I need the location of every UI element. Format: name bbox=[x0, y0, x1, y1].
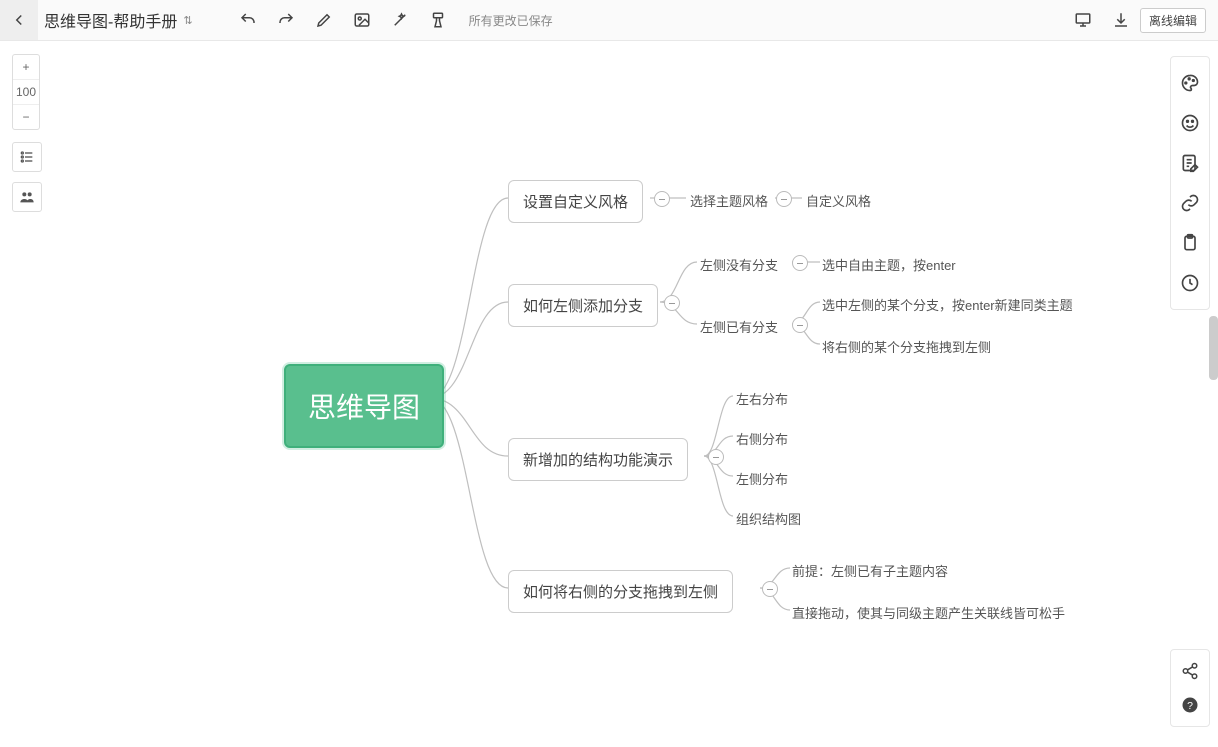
outline-view-button[interactable] bbox=[12, 142, 42, 172]
node-branch-1[interactable]: 如何左侧添加分支 bbox=[508, 284, 658, 327]
connector-lines bbox=[0, 40, 1218, 747]
link-button[interactable] bbox=[1175, 183, 1205, 223]
image-button[interactable] bbox=[343, 0, 381, 40]
format-painter-button[interactable] bbox=[419, 0, 457, 40]
expand-toggle[interactable] bbox=[792, 255, 808, 271]
node-label: 左侧已有分支 bbox=[700, 320, 778, 335]
node-leaf[interactable]: 将右侧的某个分支拖拽到左侧 bbox=[822, 337, 991, 356]
present-button[interactable] bbox=[1064, 0, 1102, 40]
download-button[interactable] bbox=[1102, 0, 1140, 40]
node-leaf[interactable]: 选中自由主题，按enter bbox=[822, 255, 956, 274]
edit-tool-button[interactable] bbox=[305, 0, 343, 40]
notes-button[interactable] bbox=[1175, 143, 1205, 183]
node-branch-2[interactable]: 新增加的结构功能演示 bbox=[508, 438, 688, 481]
node-label: 左侧没有分支 bbox=[700, 258, 778, 273]
magic-button[interactable] bbox=[381, 0, 419, 40]
node-leaf[interactable]: 左右分布 bbox=[736, 389, 788, 408]
undo-button[interactable] bbox=[229, 0, 267, 40]
share-button[interactable] bbox=[1175, 654, 1205, 688]
node-label: 如何左侧添加分支 bbox=[523, 298, 643, 315]
zoom-in-button[interactable]: + bbox=[13, 55, 39, 79]
expand-toggle[interactable] bbox=[792, 317, 808, 333]
node-label: 设置自定义风格 bbox=[523, 194, 628, 211]
node-label: 左侧分布 bbox=[736, 472, 788, 487]
node-label: 自定义风格 bbox=[806, 194, 871, 209]
collaborators-button[interactable] bbox=[12, 182, 42, 212]
node-leaf[interactable]: 前提：左侧已有子主题内容 bbox=[792, 561, 948, 580]
node-root[interactable]: 思维导图 bbox=[284, 364, 444, 448]
node-leaf[interactable]: 右侧分布 bbox=[736, 429, 788, 448]
document-title[interactable]: 思维导图-帮助手册 ⇅ bbox=[38, 8, 199, 32]
mindmap-canvas[interactable]: 思维导图 设置自定义风格 如何左侧添加分支 新增加的结构功能演示 如何将右侧的分… bbox=[0, 40, 1218, 747]
node-branch-0[interactable]: 设置自定义风格 bbox=[508, 180, 643, 223]
expand-toggle[interactable] bbox=[654, 191, 670, 207]
node-label: 组织结构图 bbox=[736, 512, 801, 527]
node-leaf[interactable]: 选择主题风格 bbox=[690, 191, 768, 210]
help-button[interactable]: ? bbox=[1175, 688, 1205, 722]
node-label: 前提：左侧已有子主题内容 bbox=[792, 564, 948, 579]
vertical-scrollbar-thumb[interactable] bbox=[1209, 316, 1218, 380]
node-leaf[interactable]: 组织结构图 bbox=[736, 509, 801, 528]
bottom-panel: ? bbox=[1170, 649, 1210, 727]
history-button[interactable] bbox=[1175, 263, 1205, 303]
left-tools: + 100 − bbox=[12, 54, 40, 222]
node-branch-3[interactable]: 如何将右侧的分支拖拽到左侧 bbox=[508, 570, 733, 613]
zoom-control: + 100 − bbox=[12, 54, 40, 130]
offline-edit-button[interactable]: 离线编辑 bbox=[1140, 8, 1206, 33]
redo-button[interactable] bbox=[267, 0, 305, 40]
right-panel bbox=[1170, 56, 1210, 310]
expand-toggle[interactable] bbox=[708, 449, 724, 465]
node-label: 直接拖动，使其与同级主题产生关联线皆可松手 bbox=[792, 606, 1065, 621]
back-button[interactable] bbox=[0, 0, 38, 40]
svg-text:?: ? bbox=[1187, 700, 1193, 712]
top-toolbar: 思维导图-帮助手册 ⇅ 所有更改已保存 离线编辑 bbox=[0, 0, 1218, 41]
title-text: 思维导图-帮助手册 bbox=[44, 8, 177, 32]
node-leaf[interactable]: 左侧没有分支 bbox=[700, 255, 778, 274]
node-label: 选中左侧的某个分支，按enter新建同类主题 bbox=[822, 298, 1073, 313]
expand-toggle[interactable] bbox=[762, 581, 778, 597]
node-label: 选中自由主题，按enter bbox=[822, 258, 956, 273]
title-dropdown-icon: ⇅ bbox=[183, 14, 192, 27]
clipboard-button[interactable] bbox=[1175, 223, 1205, 263]
node-label: 如何将右侧的分支拖拽到左侧 bbox=[523, 584, 718, 601]
node-label: 左右分布 bbox=[736, 392, 788, 407]
node-label: 思维导图 bbox=[308, 392, 420, 423]
expand-toggle[interactable] bbox=[664, 295, 680, 311]
zoom-out-button[interactable]: − bbox=[13, 104, 39, 129]
node-leaf[interactable]: 直接拖动，使其与同级主题产生关联线皆可松手 bbox=[792, 603, 1065, 622]
expand-toggle[interactable] bbox=[776, 191, 792, 207]
node-label: 选择主题风格 bbox=[690, 194, 768, 209]
node-leaf[interactable]: 左侧已有分支 bbox=[700, 317, 778, 336]
node-leaf[interactable]: 自定义风格 bbox=[806, 191, 871, 210]
emoji-button[interactable] bbox=[1175, 103, 1205, 143]
node-leaf[interactable]: 左侧分布 bbox=[736, 469, 788, 488]
node-label: 将右侧的某个分支拖拽到左侧 bbox=[822, 340, 991, 355]
node-label: 右侧分布 bbox=[736, 432, 788, 447]
zoom-level[interactable]: 100 bbox=[13, 79, 39, 104]
node-label: 新增加的结构功能演示 bbox=[523, 452, 673, 469]
theme-palette-button[interactable] bbox=[1175, 63, 1205, 103]
save-status: 所有更改已保存 bbox=[469, 12, 553, 29]
node-leaf[interactable]: 选中左侧的某个分支，按enter新建同类主题 bbox=[822, 295, 1073, 314]
